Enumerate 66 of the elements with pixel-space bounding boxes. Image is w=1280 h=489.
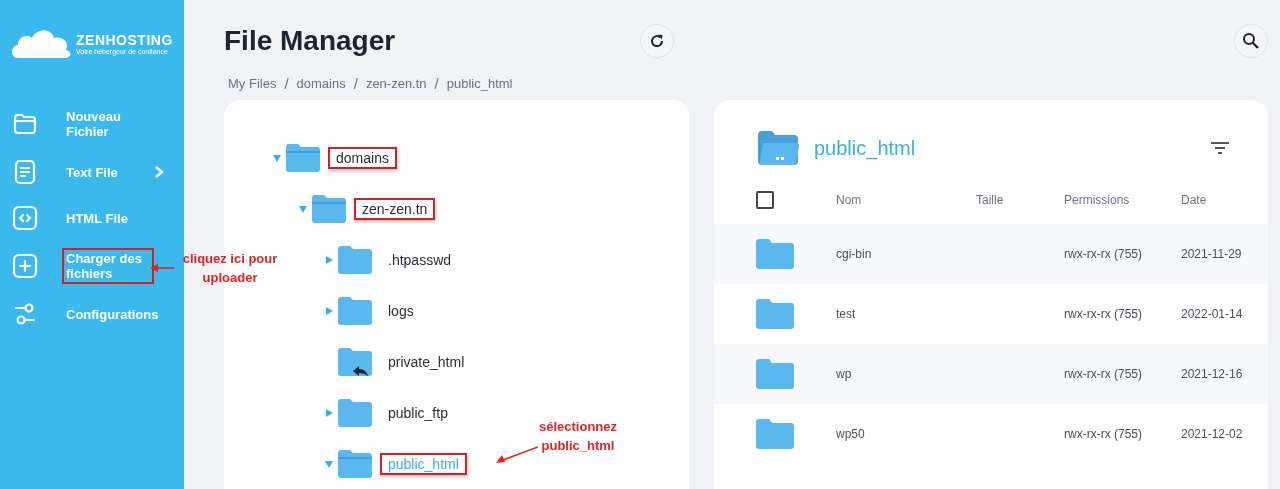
permissions-cell-text: rwx-rx-rx (755) <box>1064 427 1143 441</box>
expand-toggle-icon[interactable] <box>298 203 308 214</box>
annotation-arrow <box>150 263 174 273</box>
folder-icon[interactable] <box>756 419 794 449</box>
breadcrumb-separator: / <box>353 75 358 92</box>
annotation-text: sélectionnez public_html <box>538 418 618 455</box>
folder-title: public_html <box>814 136 916 160</box>
logo-name: ZENHOSTING <box>76 31 173 48</box>
permissions-cell-text: rwx-rx-rx (755) <box>1064 307 1143 321</box>
plus-icon[interactable] <box>12 253 38 279</box>
refresh-icon <box>649 32 665 49</box>
document-icon[interactable] <box>12 159 38 185</box>
column-header[interactable]: Nom <box>836 193 976 207</box>
breadcrumb-separator: / <box>284 75 289 92</box>
folder-name[interactable]: .htpasswd <box>380 248 460 271</box>
date-cell-text: 2021-12-16 <box>1181 367 1244 381</box>
code-icon[interactable] <box>12 205 38 231</box>
chevron-icon[interactable] <box>154 165 164 179</box>
date-cell-text: 2021-12-02 <box>1181 427 1244 441</box>
folder-icon[interactable] <box>756 239 794 269</box>
refresh-button[interactable] <box>640 23 674 58</box>
folder-name[interactable]: public_html <box>380 452 467 475</box>
file-name[interactable]: cgi-bin <box>836 247 976 261</box>
breadcrumb-link[interactable]: My Files <box>228 76 277 91</box>
open-folder-icon <box>758 131 800 165</box>
folder-name[interactable]: private_html <box>380 350 473 373</box>
filter-icon[interactable] <box>1210 141 1230 155</box>
select-all-checkbox[interactable] <box>756 191 774 209</box>
annotation-arrow <box>496 446 538 464</box>
expand-toggle-icon[interactable] <box>272 152 282 163</box>
folder-name[interactable]: public_ftp <box>380 401 456 424</box>
folder-icon[interactable] <box>338 245 372 274</box>
expand-toggle-icon[interactable] <box>324 254 334 265</box>
column-header[interactable]: Taille <box>976 193 1064 207</box>
column-header[interactable]: Permissions <box>1064 193 1181 207</box>
breadcrumb-link[interactable]: domains <box>296 76 346 91</box>
expand-toggle-icon[interactable] <box>324 407 334 418</box>
expand-toggle-icon[interactable] <box>324 305 334 316</box>
date-cell-text: 2022-01-14 <box>1181 307 1244 321</box>
folder-icon[interactable] <box>286 143 320 172</box>
linked-folder-icon[interactable] <box>338 347 372 376</box>
folder-icon[interactable] <box>12 111 38 137</box>
folder-name[interactable]: logs <box>380 299 422 322</box>
file-name[interactable]: wp50 <box>836 427 976 441</box>
folder-name[interactable]: zen-zen.tn <box>354 197 436 220</box>
expand-toggle-icon[interactable] <box>324 458 334 469</box>
permissions-cell-text: rwx-rx-rx (755) <box>1064 367 1143 381</box>
folder-icon[interactable] <box>312 194 346 223</box>
date-cell-text: 2021-11-29 <box>1181 247 1243 261</box>
page-title: File Manager <box>224 24 397 57</box>
file-name[interactable]: wp <box>836 367 976 381</box>
permissions-cell-text: rwx-rx-rx (755) <box>1064 247 1143 261</box>
breadcrumb-link[interactable]: zen-zen.tn <box>365 76 427 91</box>
column-header[interactable]: Date <box>1181 193 1268 207</box>
folder-icon[interactable] <box>338 398 372 427</box>
breadcrumb-separator: / <box>434 75 439 92</box>
folder-name[interactable]: domains <box>328 146 397 169</box>
folder-icon[interactable] <box>756 359 794 389</box>
settings-icon[interactable] <box>12 301 38 327</box>
search-button[interactable] <box>1234 23 1268 58</box>
folder-icon[interactable] <box>756 299 794 329</box>
file-name[interactable]: test <box>836 307 976 321</box>
search-icon <box>1242 31 1260 50</box>
folder-icon[interactable] <box>338 296 372 325</box>
breadcrumb-link[interactable]: public_html <box>446 76 513 91</box>
folder-icon[interactable] <box>338 449 372 478</box>
